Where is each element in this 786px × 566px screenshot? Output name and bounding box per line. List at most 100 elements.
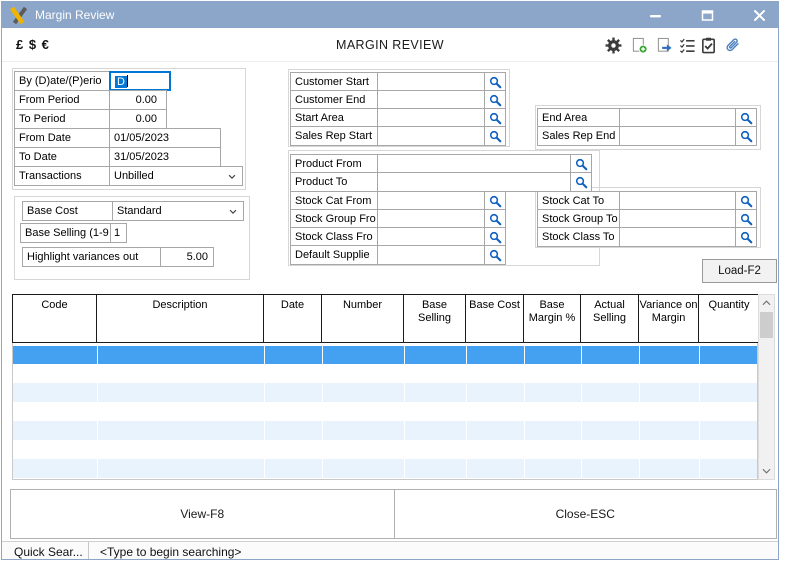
column-header[interactable]: Code (13, 295, 97, 342)
stock-class-from-label: Stock Class Fro (290, 227, 378, 247)
quick-search-bar: Quick Sear... <Type to begin searching> (2, 541, 778, 559)
start-area-search[interactable] (484, 108, 506, 128)
tasks-button[interactable] (697, 33, 720, 57)
end-area-search[interactable] (735, 108, 757, 128)
by-date-period-field[interactable]: D (109, 71, 171, 91)
scroll-up-button[interactable] (759, 295, 774, 311)
table-row[interactable] (13, 421, 757, 440)
close-esc-button[interactable]: Close-ESC (393, 490, 777, 538)
column-header[interactable]: Quantity (699, 295, 759, 342)
customer-start-field[interactable] (377, 72, 485, 92)
search-magnifier-icon (489, 94, 502, 107)
by-date-period-label: By (D)ate/(P)erio (14, 71, 110, 91)
sales-rep-end-search[interactable] (735, 126, 757, 146)
search-magnifier-icon (489, 112, 502, 125)
stock-group-from-search[interactable] (484, 209, 506, 229)
column-header[interactable]: Base Cost (466, 295, 524, 342)
from-period-field[interactable]: 0.00 (109, 90, 167, 110)
column-header[interactable]: Number (322, 295, 404, 342)
quick-search-input[interactable]: <Type to begin searching> (100, 545, 241, 559)
stock-cat-from-search[interactable] (484, 191, 506, 211)
stock-class-from-search[interactable] (484, 227, 506, 247)
divider (88, 542, 89, 559)
column-header[interactable]: Date (264, 295, 322, 342)
sales-rep-end-field[interactable] (619, 126, 736, 146)
column-header[interactable]: Base Margin % (524, 295, 581, 342)
column-header[interactable]: Variance on Margin (639, 295, 699, 342)
toolbar: £ $ € MARGIN REVIEW (2, 28, 778, 62)
to-period-label: To Period (14, 109, 110, 129)
export-button[interactable] (653, 33, 676, 57)
search-magnifier-icon (489, 213, 502, 226)
sales-rep-start-field[interactable] (377, 126, 485, 146)
stock-class-to-search[interactable] (735, 227, 757, 247)
checklist-button[interactable] (676, 33, 699, 57)
margin-review-window: Margin Review £ $ € MARGIN REVIEW By (D)… (1, 1, 779, 560)
close-icon (753, 9, 766, 22)
stock-cat-to-search[interactable] (735, 191, 757, 211)
base-selling-field[interactable]: 1 (110, 223, 127, 243)
stock-group-to-search[interactable] (735, 209, 757, 229)
table-row-selected[interactable] (13, 346, 757, 364)
default-supplier-field[interactable] (377, 245, 485, 265)
column-header[interactable]: Actual Selling (581, 295, 639, 342)
search-magnifier-icon (740, 231, 753, 244)
search-magnifier-icon (489, 76, 502, 89)
table-row[interactable] (13, 402, 757, 421)
product-from-field[interactable] (377, 154, 571, 174)
transactions-label: Transactions (14, 166, 110, 186)
new-record-button[interactable] (628, 33, 651, 57)
stock-group-from-field[interactable] (377, 209, 485, 229)
stock-cat-from-field[interactable] (377, 191, 485, 211)
close-button[interactable] (744, 5, 774, 25)
product-to-search[interactable] (570, 172, 592, 192)
maximize-button[interactable] (692, 5, 722, 25)
stock-group-to-label: Stock Group To (537, 209, 620, 229)
customer-start-search[interactable] (484, 72, 506, 92)
scroll-down-button[interactable] (759, 463, 774, 479)
view-button[interactable]: View-F8 (11, 490, 394, 538)
to-period-field[interactable]: 0.00 (109, 109, 167, 129)
customer-start-label: Customer Start (290, 72, 378, 92)
titlebar: Margin Review (2, 2, 778, 28)
search-magnifier-icon (489, 130, 502, 143)
default-supplier-search[interactable] (484, 245, 506, 265)
to-date-label: To Date (14, 147, 110, 167)
customer-end-search[interactable] (484, 90, 506, 110)
transactions-select[interactable]: Unbilled (109, 166, 243, 186)
default-supplier-label: Default Supplie (290, 245, 378, 265)
start-area-field[interactable] (377, 108, 485, 128)
sales-rep-start-search[interactable] (484, 126, 506, 146)
maximize-icon (701, 9, 714, 22)
highlight-variances-label: Highlight variances out (22, 247, 161, 267)
product-from-search[interactable] (570, 154, 592, 174)
stock-cat-to-field[interactable] (619, 191, 736, 211)
table-row[interactable] (13, 383, 757, 402)
vertical-scrollbar[interactable] (758, 294, 775, 480)
column-header[interactable]: Description (97, 295, 264, 342)
attachment-paperclip-icon (724, 37, 741, 54)
scrollbar-thumb[interactable] (760, 312, 773, 338)
attachments-button[interactable] (721, 33, 744, 57)
to-date-field[interactable]: 31/05/2023 (109, 147, 221, 167)
stock-class-from-field[interactable] (377, 227, 485, 247)
table-row[interactable] (13, 459, 757, 478)
product-to-field[interactable] (377, 172, 571, 192)
end-area-field[interactable] (619, 108, 736, 128)
from-period-label: From Period (14, 90, 110, 110)
from-date-label: From Date (14, 128, 110, 148)
load-button[interactable]: Load-F2 (702, 259, 777, 283)
from-date-field[interactable]: 01/05/2023 (109, 128, 221, 148)
base-cost-select[interactable]: Standard (112, 201, 244, 221)
table-row[interactable] (13, 364, 757, 383)
settings-button[interactable] (602, 33, 625, 57)
stock-class-to-field[interactable] (619, 227, 736, 247)
highlight-variances-field[interactable]: 5.00 (160, 247, 214, 267)
footer-button-bar: View-F8 Close-ESC (10, 489, 777, 539)
table-row[interactable] (13, 440, 757, 459)
column-header[interactable]: Base Selling (404, 295, 466, 342)
customer-end-field[interactable] (377, 90, 485, 110)
text-caret (126, 75, 128, 87)
minimize-button[interactable] (640, 5, 670, 25)
stock-group-to-field[interactable] (619, 209, 736, 229)
